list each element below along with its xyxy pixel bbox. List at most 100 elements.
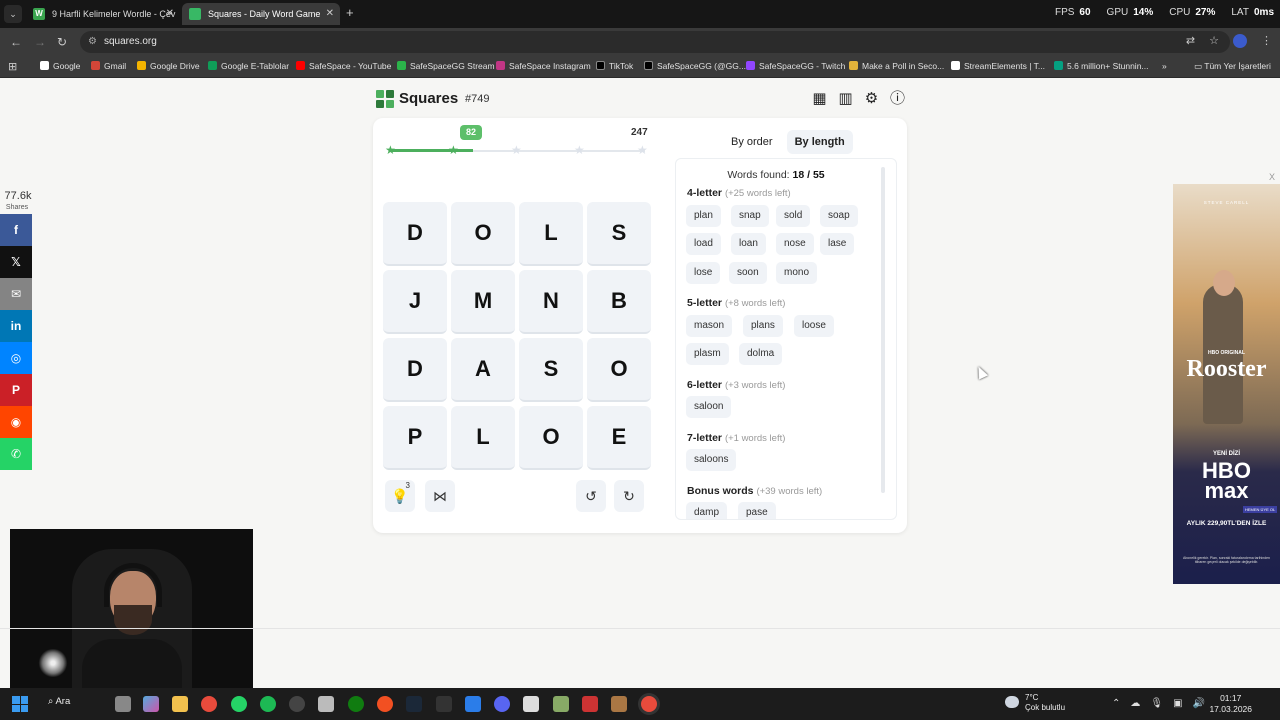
translate-icon[interactable]: ⇄ xyxy=(1186,34,1195,48)
letter-tile[interactable]: N xyxy=(519,270,583,334)
bookmark-google[interactable]: Google xyxy=(40,61,80,71)
battlenet-icon[interactable] xyxy=(465,696,481,712)
letter-tile[interactable]: O xyxy=(451,202,515,266)
help-icon[interactable]: ⓘ xyxy=(889,90,906,107)
letter-tile[interactable]: J xyxy=(383,270,447,334)
apps-grid-icon[interactable]: ⊞ xyxy=(8,60,17,73)
rotate-button[interactable]: ↻ xyxy=(614,480,644,512)
bookmark-streamelements[interactable]: StreamElements | T... xyxy=(951,61,1045,71)
letter-tile[interactable]: A xyxy=(451,338,515,402)
x-share-icon[interactable]: 𝕏 xyxy=(0,246,32,278)
chrome-icon[interactable] xyxy=(201,696,217,712)
settings-gear-icon[interactable]: ⚙ xyxy=(863,90,880,107)
volume-icon[interactable]: 🔊 xyxy=(1193,698,1205,709)
bookmark-gmail[interactable]: Gmail xyxy=(91,61,126,71)
ad-close-button[interactable]: X xyxy=(1266,171,1278,183)
bookmarks-overflow-button[interactable]: » xyxy=(1162,61,1167,71)
reddit-share-icon[interactable]: ◉ xyxy=(0,406,32,438)
bookmark-stream[interactable]: SafeSpaceGG Stream xyxy=(397,61,495,71)
bookmark-poll[interactable]: Make a Poll in Seco... xyxy=(849,61,944,71)
bookmark-instagram[interactable]: SafeSpace Instagram xyxy=(496,61,591,71)
email-share-icon[interactable]: ✉ xyxy=(0,278,32,310)
discord-icon[interactable] xyxy=(494,696,510,712)
site-info-icon[interactable]: ⚙ xyxy=(88,31,97,53)
facebook-share-icon[interactable]: f xyxy=(0,214,32,246)
messenger-share-icon[interactable]: ◎ xyxy=(0,342,32,374)
onedrive-icon[interactable]: ☁ xyxy=(1130,698,1140,709)
bookmark-twitch[interactable]: SafeSpaceGG - Twitch xyxy=(746,61,845,71)
network-icon[interactable]: ▣ xyxy=(1173,698,1182,709)
bookmark-youtube[interactable]: SafeSpace - YouTube xyxy=(296,61,391,71)
forward-arrow-icon[interactable]: → xyxy=(34,35,46,49)
letter-tile[interactable]: P xyxy=(383,406,447,470)
obs-icon[interactable] xyxy=(289,696,305,712)
all-bookmarks-folder[interactable]: ▭ Tüm Yer İşaretleri xyxy=(1194,61,1271,72)
ad-cta-button[interactable]: HEMEN ÜYE OL xyxy=(1243,506,1278,513)
file-explorer-icon[interactable] xyxy=(172,696,188,712)
chrome-active-icon[interactable] xyxy=(641,696,657,712)
tab-search-menu[interactable]: ⌄ xyxy=(4,5,22,23)
calendar-icon[interactable]: ▦ xyxy=(811,90,828,107)
letter-tile[interactable]: O xyxy=(587,338,651,402)
pinterest-share-icon[interactable]: P xyxy=(0,374,32,406)
windows-start-icon[interactable] xyxy=(12,696,28,712)
steam-icon[interactable] xyxy=(406,696,422,712)
letter-tile[interactable]: L xyxy=(519,202,583,266)
tab-by-order[interactable]: By order xyxy=(723,130,781,154)
letter-tile[interactable]: S xyxy=(587,202,651,266)
letter-tile[interactable]: S xyxy=(519,338,583,402)
close-tab-icon[interactable]: ✕ xyxy=(326,3,334,25)
taskbar-search[interactable]: ⌕ Ara xyxy=(48,696,70,707)
share-button[interactable]: ⋈ xyxy=(425,480,455,512)
url-field[interactable]: ⚙ squares.org xyxy=(80,31,1230,53)
xbox-icon[interactable] xyxy=(348,696,364,712)
copilot-icon[interactable] xyxy=(143,696,159,712)
bookmark-sheets[interactable]: Google E-Tablolar xyxy=(208,61,289,71)
app-icon[interactable] xyxy=(582,696,598,712)
epic-games-icon[interactable] xyxy=(436,696,452,712)
profile-avatar-icon[interactable] xyxy=(1233,34,1247,48)
linkedin-share-icon[interactable]: in xyxy=(0,310,32,342)
hint-button[interactable]: 💡 3 xyxy=(385,480,415,512)
origin-icon[interactable] xyxy=(377,696,393,712)
shuffle-button[interactable]: ↺ xyxy=(576,480,606,512)
capcut-icon[interactable] xyxy=(523,696,539,712)
letter-tile[interactable]: B xyxy=(587,270,651,334)
back-arrow-icon[interactable]: ← xyxy=(10,35,22,49)
reload-icon[interactable]: ↻ xyxy=(57,35,67,49)
task-view-icon[interactable] xyxy=(115,696,131,712)
bookmark-pexels[interactable]: 5.6 million+ Stunnin... xyxy=(1054,61,1149,71)
game-icon[interactable] xyxy=(611,696,627,712)
tray-overflow-icon[interactable]: ⌃ xyxy=(1112,698,1120,709)
bookmark-google-drive[interactable]: Google Drive xyxy=(137,61,200,71)
letter-tile[interactable]: O xyxy=(519,406,583,470)
whatsapp-icon[interactable] xyxy=(231,696,247,712)
notepad-icon[interactable] xyxy=(318,696,334,712)
letter-tile[interactable]: E xyxy=(587,406,651,470)
stats-icon[interactable]: ▥ xyxy=(837,90,854,107)
word-chip: soon xyxy=(729,262,767,284)
weather-widget[interactable]: 7°C Çok bulutlu xyxy=(1005,693,1065,713)
word-chip: lose xyxy=(686,262,721,284)
words-scrollbar[interactable] xyxy=(881,167,885,493)
advertisement-banner[interactable]: STEVE CARELL HBO ORIGINAL Rooster YENİ D… xyxy=(1173,184,1280,584)
bookmark-star-icon[interactable]: ☆ xyxy=(1209,34,1219,48)
new-tab-button[interactable]: + xyxy=(346,5,354,20)
letter-tile[interactable]: M xyxy=(451,270,515,334)
bookmark-tiktok[interactable]: TikTok xyxy=(596,61,633,71)
taskbar-clock[interactable]: 01:17 17.03.2026 xyxy=(1209,693,1252,715)
microphone-icon[interactable]: 🎙 xyxy=(1150,698,1163,709)
bookmark-x[interactable]: SafeSpaceGG (@GG... xyxy=(644,61,746,71)
browser-menu-icon[interactable]: ⋮ xyxy=(1261,34,1272,48)
app-icon[interactable] xyxy=(553,696,569,712)
letter-tile[interactable]: L xyxy=(451,406,515,470)
close-tab-icon[interactable]: ✕ xyxy=(166,3,174,25)
tab-by-length[interactable]: By length xyxy=(786,130,853,154)
spotify-icon[interactable] xyxy=(260,696,276,712)
letter-tile[interactable]: D xyxy=(383,202,447,266)
tab-squares[interactable]: Squares - Daily Word Game ✕ xyxy=(182,3,340,25)
tab-wordle[interactable]: W 9 Harfli Kelimeler Wordle - Çev ✕ xyxy=(26,3,180,25)
letter-tile[interactable]: D xyxy=(383,338,447,402)
sort-mode-tabs: By order By length xyxy=(723,130,853,154)
whatsapp-share-icon[interactable]: ✆ xyxy=(0,438,32,470)
